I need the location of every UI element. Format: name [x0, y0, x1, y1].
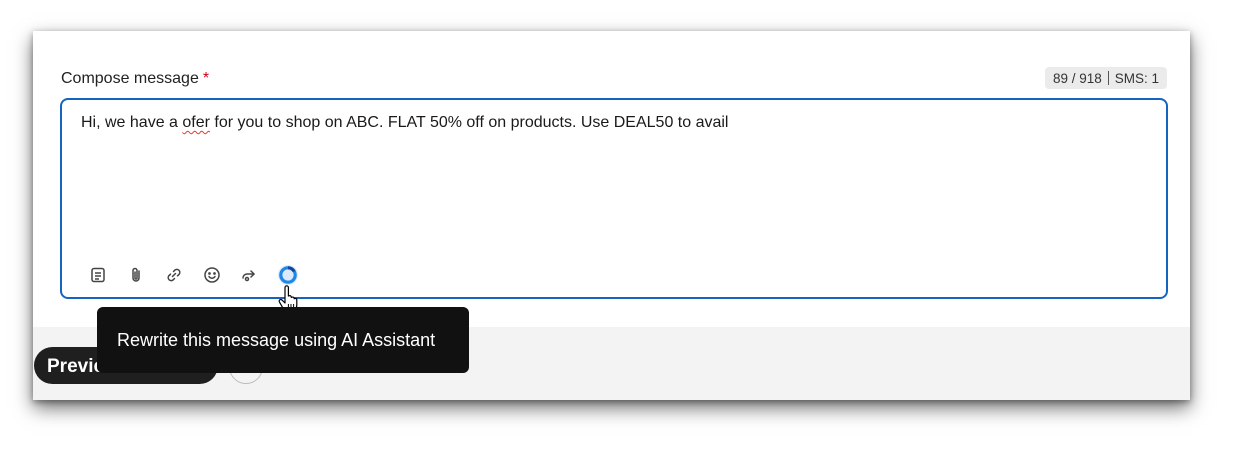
message-text-part: Hi, we have a	[81, 114, 183, 131]
compose-section: Compose message * 89 / 918 SMS: 1 Hi, we …	[33, 31, 1190, 327]
compose-label-text: Compose message	[61, 70, 199, 87]
link-icon	[167, 268, 181, 282]
message-textarea[interactable]: Hi, we have a ofer for you to shop on AB…	[60, 98, 1168, 299]
sms-count: SMS: 1	[1114, 70, 1159, 86]
counter-divider	[1107, 71, 1109, 85]
compose-label: Compose message *	[61, 70, 209, 88]
message-text-part: for you to shop on ABC. FLAT 50% off on …	[209, 114, 729, 131]
emoji-icon	[204, 267, 220, 283]
emoji-button[interactable]	[198, 263, 226, 287]
template-button[interactable]	[84, 263, 112, 287]
attachment-icon	[132, 267, 140, 282]
message-text: Hi, we have a ofer for you to shop on AB…	[81, 114, 728, 132]
editor-toolbar	[84, 263, 302, 287]
compose-card: Compose message * 89 / 918 SMS: 1 Hi, we …	[33, 31, 1190, 400]
ai-assistant-icon	[278, 265, 298, 285]
attachment-button[interactable]	[122, 263, 150, 287]
template-icon	[91, 267, 105, 283]
ai-assistant-tooltip: Rewrite this message using AI Assistant	[97, 307, 469, 373]
required-asterisk: *	[202, 70, 210, 87]
misspelled-word[interactable]: ofer	[182, 114, 210, 131]
ai-assistant-button[interactable]	[274, 263, 302, 287]
character-counter-badge: 89 / 918 SMS: 1	[1044, 67, 1167, 89]
personalize-icon	[242, 270, 255, 282]
tooltip-text: Rewrite this message using AI Assistant	[117, 329, 436, 350]
personalize-button[interactable]	[236, 263, 264, 287]
character-count: 89 / 918	[1052, 70, 1102, 86]
link-button[interactable]	[160, 263, 188, 287]
